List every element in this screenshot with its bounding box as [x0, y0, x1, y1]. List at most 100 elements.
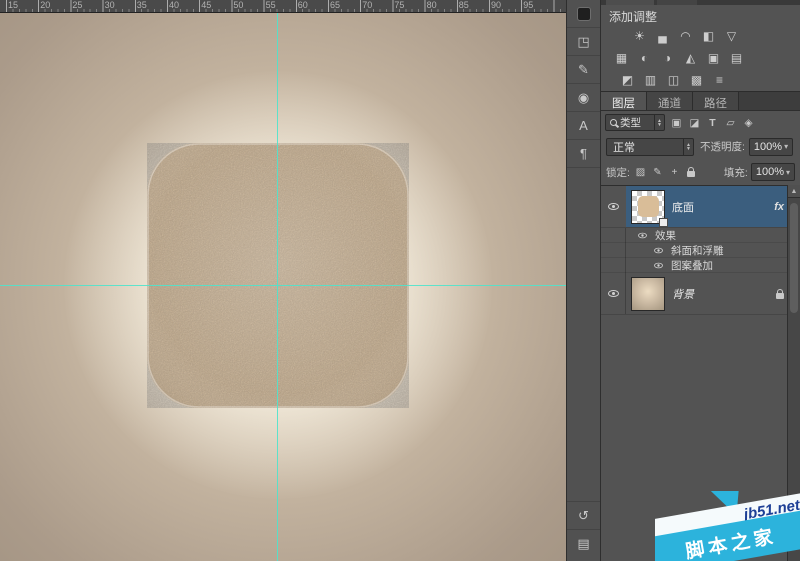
black-white-icon[interactable]: ◑ — [657, 49, 678, 67]
panel-tabbar: 图层 通道 路径 — [601, 91, 800, 110]
layer-filter-kind-select[interactable]: 类型 ▲ ▼ — [605, 114, 665, 131]
canvas-area: 1520253035404550556065707580859095 — [0, 0, 566, 561]
lock-row: 锁定: ▨✎+ 填充: 100% ▾ — [601, 159, 800, 185]
color-lookup-icon[interactable]: ▤ — [726, 49, 747, 67]
invert-icon[interactable]: ◩ — [617, 71, 638, 89]
foreground-swatch-icon[interactable] — [567, 0, 600, 28]
swatch-shape — [577, 7, 591, 21]
layer-name[interactable]: 背景 — [672, 286, 694, 302]
fill-value-box[interactable]: 100% ▾ — [751, 163, 795, 181]
visibility-toggle[interactable] — [601, 186, 626, 227]
ruler-number: 55 — [266, 0, 276, 11]
levels-icon[interactable]: ▄ — [652, 27, 673, 45]
paragraph-panel-icon[interactable]: ¶ — [567, 140, 600, 168]
vibrance-icon[interactable]: ▽ — [721, 27, 742, 45]
spinner-down-icon: ▼ — [686, 147, 691, 151]
ruler-number: 60 — [298, 0, 308, 11]
ruler-number: 45 — [201, 0, 211, 11]
layer-row-background[interactable]: 背景 — [601, 273, 800, 315]
eye-icon — [608, 290, 619, 297]
layer-thumbnail[interactable] — [631, 190, 665, 224]
adjustments-row: ▦◐◑◭▣▤ — [605, 47, 796, 69]
lock-transparent-pixels-icon[interactable]: ▨ — [633, 165, 648, 180]
background-lock-icon — [776, 293, 784, 299]
spinner-down-icon: ▼ — [657, 123, 662, 127]
dock-top-icons: ◳✎◉A¶ — [567, 0, 600, 168]
kind-label: 类型 — [620, 115, 641, 130]
filter-adjustment-layers-icon[interactable]: ◪ — [686, 115, 703, 131]
history-panel-icon[interactable]: ↺ — [567, 501, 600, 529]
scroll-up-button[interactable]: ▲ — [788, 185, 800, 198]
effect-row-pattern-overlay[interactable]: 图案叠加 — [601, 258, 800, 273]
clone-source-icon[interactable]: ◉ — [567, 84, 600, 112]
layers-list: 底面 fx 效果 斜面和浮雕 图案叠加 背景 — [601, 185, 800, 315]
opacity-value-box[interactable]: 100% ▾ — [749, 138, 793, 156]
brightness-contrast-icon[interactable]: ☀ — [629, 27, 650, 45]
vertical-guide[interactable] — [277, 13, 278, 561]
eye-icon[interactable] — [654, 247, 663, 253]
tab-channels[interactable]: 通道 — [647, 92, 693, 110]
channel-mixer-icon[interactable]: ▣ — [703, 49, 724, 67]
threshold-icon[interactable]: ◫ — [663, 71, 684, 89]
tab-layers[interactable]: 图层 — [601, 92, 647, 110]
opacity-label: 不透明度: — [700, 139, 745, 154]
hue-saturation-icon[interactable]: ▦ — [611, 49, 632, 67]
exposure-icon[interactable]: ◧ — [698, 27, 719, 45]
ruler-number: 65 — [330, 0, 340, 11]
color-balance-icon[interactable]: ◐ — [634, 49, 655, 67]
ruler-number: 85 — [459, 0, 469, 11]
pen-tool-icon[interactable]: ✎ — [567, 56, 600, 84]
document-canvas[interactable] — [0, 13, 566, 561]
opacity-value: 100% — [754, 141, 782, 153]
ruler-number: 15 — [8, 0, 18, 11]
blend-mode-select[interactable]: 正常 ▲ ▼ — [606, 138, 694, 156]
layer-filter-row: 类型 ▲ ▼ ▣◪T▱◈ — [601, 110, 800, 134]
dropdown-arrow-icon: ▾ — [786, 168, 790, 177]
curves-icon[interactable]: ◠ — [675, 27, 696, 45]
photo-filter-icon[interactable]: ◭ — [680, 49, 701, 67]
adjustments-row: ☀▄◠◧▽ — [605, 25, 796, 47]
tab-paths[interactable]: 路径 — [693, 92, 739, 110]
properties-panel-icon[interactable]: ▤ — [567, 529, 600, 557]
panel-dock: ◳✎◉A¶ ↺▤ — [566, 0, 601, 561]
lock-image-pixels-icon[interactable]: ✎ — [650, 165, 665, 180]
effects-header-row[interactable]: 效果 — [601, 228, 800, 243]
filter-smart-objects-icon[interactable]: ◈ — [740, 115, 757, 131]
filter-type-layers-icon[interactable]: T — [704, 115, 721, 131]
eye-icon[interactable] — [638, 232, 647, 238]
character-panel-icon[interactable]: A — [567, 112, 600, 140]
right-panel: 添加调整 ☀▄◠◧▽▦◐◑◭▣▤◩▥◫▩≡ 图层 通道 路径 类型 ▲ ▼ ▣◪… — [601, 0, 800, 561]
lock-label: 锁定: — [606, 165, 630, 180]
eye-icon[interactable] — [654, 262, 663, 268]
horizontal-ruler[interactable]: 1520253035404550556065707580859095 — [0, 0, 566, 13]
lock-position-icon[interactable]: + — [667, 165, 682, 180]
filter-pixel-layers-icon[interactable]: ▣ — [668, 115, 685, 131]
visibility-toggle[interactable] — [601, 273, 626, 314]
blend-spinner[interactable]: ▲ ▼ — [683, 139, 693, 155]
adjustments-title: 添加调整 — [601, 5, 800, 22]
kind-spinner[interactable]: ▲ ▼ — [654, 115, 664, 130]
posterize-icon[interactable]: ▥ — [640, 71, 661, 89]
fx-badge[interactable]: fx — [774, 201, 784, 213]
layer-name[interactable]: 底面 — [672, 199, 694, 215]
scrollbar-thumb[interactable] — [790, 203, 798, 313]
ruler-number: 75 — [394, 0, 404, 11]
transform-cursor-icon[interactable]: ◳ — [567, 28, 600, 56]
lock-glyph — [687, 171, 695, 177]
effects-label: 效果 — [655, 228, 676, 243]
gradient-map-icon[interactable]: ▩ — [686, 71, 707, 89]
layer-filter-icons: ▣◪T▱◈ — [668, 115, 757, 131]
ruler-number: 80 — [427, 0, 437, 11]
filter-shape-layers-icon[interactable]: ▱ — [722, 115, 739, 131]
effect-row-bevel-emboss[interactable]: 斜面和浮雕 — [601, 243, 800, 258]
background-thumbnail[interactable] — [631, 277, 665, 311]
lock-all-icon[interactable] — [684, 165, 699, 180]
layer-row-dimian[interactable]: 底面 fx — [601, 186, 800, 228]
selective-color-icon[interactable]: ≡ — [709, 71, 730, 89]
horizontal-guide[interactable] — [0, 285, 566, 286]
ruler-number: 50 — [233, 0, 243, 11]
rounded-square-layer[interactable] — [147, 143, 409, 408]
ruler-number: 90 — [491, 0, 501, 11]
fill-label: 填充: — [724, 165, 748, 180]
eye-icon — [608, 203, 619, 210]
